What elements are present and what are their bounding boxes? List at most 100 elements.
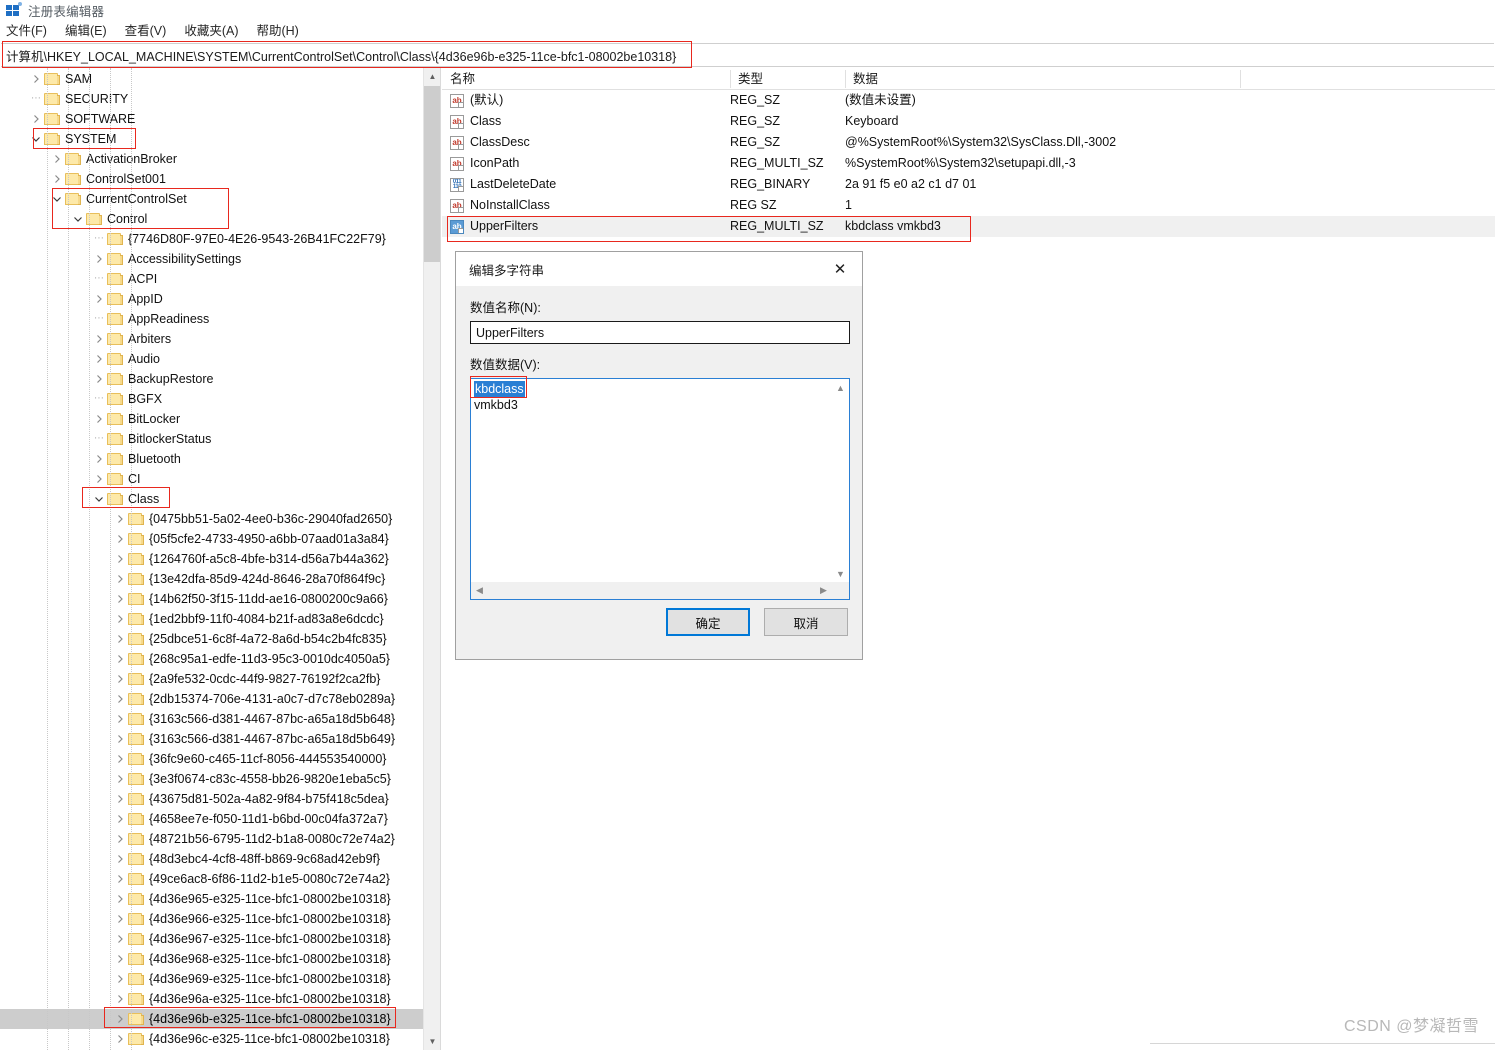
chevron-right-icon[interactable] [112, 1029, 128, 1049]
chevron-right-icon[interactable] [91, 329, 107, 349]
tree-item[interactable]: SYSTEM [0, 129, 424, 149]
chevron-right-icon[interactable] [112, 729, 128, 749]
tree-item[interactable]: Bluetooth [0, 449, 424, 469]
chevron-right-icon[interactable] [112, 909, 128, 929]
tree-item[interactable]: {1ed2bbf9-11f0-4084-b21f-ad83a8e6dcdc} [0, 609, 424, 629]
chevron-right-icon[interactable] [112, 829, 128, 849]
scroll-up-icon[interactable]: ▲ [424, 68, 440, 85]
chevron-right-icon[interactable] [112, 869, 128, 889]
tree-item[interactable]: ⋯ BGFX [0, 389, 424, 409]
data-line[interactable]: vmkbd3 [474, 397, 829, 413]
tree-item[interactable]: {4d36e96b-e325-11ce-bfc1-08002be10318} [0, 1009, 424, 1029]
scroll-down-icon[interactable]: ▼ [424, 1033, 440, 1050]
value-data-lines[interactable]: kbdclass vmkbd3 [471, 379, 832, 582]
value-data-textarea[interactable]: kbdclass vmkbd3 ▲ ▼ ◀ ▶ [470, 378, 850, 600]
chevron-right-icon[interactable] [112, 509, 128, 529]
chevron-right-icon[interactable] [112, 769, 128, 789]
chevron-right-icon[interactable] [112, 949, 128, 969]
tree-item[interactable]: {49ce6ac8-6f86-11d2-b1e5-0080c72e74a2} [0, 869, 424, 889]
tree-item[interactable]: Control [0, 209, 424, 229]
tree-item[interactable]: Audio [0, 349, 424, 369]
tree-item[interactable]: Arbiters [0, 329, 424, 349]
values-row[interactable]: ab NoInstallClass REG SZ 1 [442, 195, 1495, 216]
registry-tree[interactable]: SAM ⋯ SECURITY SOFTWARE SYSTEM ActivationBrok… [0, 68, 424, 1050]
tree-item[interactable]: {3e3f0674-c83c-4558-bb26-9820e1eba5c5} [0, 769, 424, 789]
values-row[interactable]: 011 110 LastDeleteDate REG_BINARY 2a 91 f5 e… [442, 174, 1495, 195]
chevron-right-icon[interactable] [91, 409, 107, 429]
tree-scrollbar-thumb[interactable] [424, 86, 440, 262]
scroll-right-icon[interactable]: ▶ [815, 582, 832, 599]
chevron-right-icon[interactable] [91, 349, 107, 369]
chevron-right-icon[interactable] [49, 169, 65, 189]
column-header-data[interactable]: 数据 [845, 68, 1240, 90]
chevron-right-icon[interactable] [49, 149, 65, 169]
chevron-right-icon[interactable] [91, 449, 107, 469]
column-header-type[interactable]: 类型 [730, 68, 845, 90]
tree-item[interactable]: {48d3ebc4-4cf8-48ff-b869-9c68ad42eb9f} [0, 849, 424, 869]
tree-item[interactable]: ActivationBroker [0, 149, 424, 169]
tree-item[interactable]: {3163c566-d381-4467-87bc-a65a18d5b648} [0, 709, 424, 729]
chevron-down-icon[interactable] [70, 209, 86, 229]
chevron-right-icon[interactable] [112, 809, 128, 829]
menu-help[interactable]: 帮助(H) [247, 22, 307, 41]
chevron-right-icon[interactable] [112, 569, 128, 589]
tree-item[interactable]: ⋯ AppReadiness [0, 309, 424, 329]
values-row[interactable]: ab ClassDesc REG_SZ @%SystemRoot%\System32\… [442, 132, 1495, 153]
textarea-vertical-scrollbar[interactable]: ▲ ▼ [832, 379, 849, 582]
chevron-right-icon[interactable] [112, 889, 128, 909]
tree-item[interactable]: {25dbce51-6c8f-4a72-8a6d-b54c2b4fc835} [0, 629, 424, 649]
tree-item[interactable]: {4d36e967-e325-11ce-bfc1-08002be10318} [0, 929, 424, 949]
menu-file[interactable]: 文件(F) [0, 22, 56, 41]
values-row[interactable]: ab Class REG_SZ Keyboard [442, 111, 1495, 132]
tree-item[interactable]: {4d36e966-e325-11ce-bfc1-08002be10318} [0, 909, 424, 929]
tree-item[interactable]: {3163c566-d381-4467-87bc-a65a18d5b649} [0, 729, 424, 749]
tree-item[interactable]: ⋯ {7746D80F-97E0-4E26-9543-26B41FC22F79} [0, 229, 424, 249]
tree-item[interactable]: {2db15374-706e-4131-a0c7-d7c78eb0289a} [0, 689, 424, 709]
scroll-left-icon[interactable]: ◀ [471, 582, 488, 599]
column-header-name[interactable]: 名称 [442, 68, 730, 90]
chevron-right-icon[interactable] [112, 529, 128, 549]
tree-item[interactable]: {4658ee7e-f050-11d1-b6bd-00c04fa372a7} [0, 809, 424, 829]
tree-item[interactable]: SAM [0, 69, 424, 89]
tree-item[interactable]: SOFTWARE [0, 109, 424, 129]
values-row[interactable]: ab IconPath REG_MULTI_SZ %SystemRoot%\Syste… [442, 153, 1495, 174]
chevron-right-icon[interactable] [112, 969, 128, 989]
chevron-right-icon[interactable] [28, 69, 44, 89]
chevron-right-icon[interactable] [112, 609, 128, 629]
tree-item[interactable]: ⋯ BitlockerStatus [0, 429, 424, 449]
chevron-right-icon[interactable] [112, 689, 128, 709]
tree-item[interactable]: ⋯ ACPI [0, 269, 424, 289]
chevron-right-icon[interactable] [112, 749, 128, 769]
chevron-right-icon[interactable] [91, 469, 107, 489]
chevron-right-icon[interactable] [112, 589, 128, 609]
chevron-right-icon[interactable] [112, 649, 128, 669]
chevron-right-icon[interactable] [91, 289, 107, 309]
ok-button[interactable]: 确定 [666, 608, 750, 636]
tree-item[interactable]: {4d36e965-e325-11ce-bfc1-08002be10318} [0, 889, 424, 909]
tree-item[interactable]: ⋯ SECURITY [0, 89, 424, 109]
chevron-right-icon[interactable] [112, 669, 128, 689]
tree-item[interactable]: {48721b56-6795-11d2-b1a8-0080c72e74a2} [0, 829, 424, 849]
tree-item[interactable]: BitLocker [0, 409, 424, 429]
values-row[interactable]: ab UpperFilters REG_MULTI_SZ kbdclass vmkbd… [442, 216, 1495, 237]
menu-edit[interactable]: 编辑(E) [56, 22, 116, 41]
tree-item[interactable]: {268c95a1-edfe-11d3-95c3-0010dc4050a5} [0, 649, 424, 669]
chevron-right-icon[interactable] [112, 1009, 128, 1029]
tree-item[interactable]: CI [0, 469, 424, 489]
chevron-right-icon[interactable] [112, 929, 128, 949]
chevron-down-icon[interactable] [28, 129, 44, 149]
menu-favorites[interactable]: 收藏夹(A) [175, 22, 247, 41]
cancel-button[interactable]: 取消 [764, 608, 848, 636]
tree-item[interactable]: ControlSet001 [0, 169, 424, 189]
tree-item[interactable]: {4d36e969-e325-11ce-bfc1-08002be10318} [0, 969, 424, 989]
chevron-right-icon[interactable] [112, 709, 128, 729]
scroll-down-icon[interactable]: ▼ [832, 565, 849, 582]
close-icon[interactable]: ✕ [818, 253, 862, 286]
value-name-input[interactable] [470, 321, 850, 344]
tree-item[interactable]: CurrentControlSet [0, 189, 424, 209]
tree-item[interactable]: {13e42dfa-85d9-424d-8646-28a70f864f9c} [0, 569, 424, 589]
tree-item[interactable]: {0475bb51-5a02-4ee0-b36c-29040fad2650} [0, 509, 424, 529]
tree-item[interactable]: Class [0, 489, 424, 509]
scroll-up-icon[interactable]: ▲ [832, 379, 849, 396]
tree-item[interactable]: {36fc9e60-c465-11cf-8056-444553540000} [0, 749, 424, 769]
